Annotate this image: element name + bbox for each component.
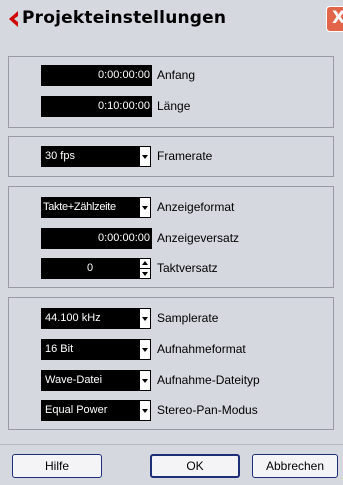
title-bar: Projekteinstellungen X: [0, 0, 343, 40]
display-offset-label: Anzeigeversatz: [157, 231, 240, 245]
display-format-dropdown-button[interactable]: [139, 197, 151, 218]
stereo-pan-label: Stereo-Pan-Modus: [157, 403, 258, 417]
help-button[interactable]: Hilfe: [12, 454, 102, 478]
spin-up-icon[interactable]: [142, 261, 148, 265]
stereo-pan-select[interactable]: Equal Power: [41, 400, 139, 421]
bar-offset-spinner[interactable]: [139, 258, 151, 279]
footer-divider: [0, 444, 343, 445]
start-label: Anfang: [157, 68, 196, 82]
back-arrow-icon: [9, 11, 18, 27]
bar-offset-label: Taktversatz: [157, 261, 218, 275]
samplerate-select[interactable]: 44.100 kHz: [41, 308, 139, 329]
bar-offset-field[interactable]: 0: [41, 258, 139, 279]
time-panel: 0:00:00:00 Anfang 0:10:00:00 Länge: [8, 56, 334, 128]
record-format-dropdown-button[interactable]: [139, 339, 151, 360]
ok-button[interactable]: OK: [150, 454, 240, 478]
record-filetype-label: Aufnahme-Dateityp: [157, 373, 260, 387]
display-format-label: Anzeigeformat: [157, 200, 235, 214]
cancel-button[interactable]: Abbrechen: [252, 454, 338, 478]
record-filetype-dropdown-button[interactable]: [139, 370, 151, 391]
framerate-select[interactable]: 30 fps: [41, 146, 139, 167]
framerate-panel: 30 fps Framerate: [8, 136, 334, 177]
project-settings-dialog: Projekteinstellungen X 0:00:00:00 Anfang…: [0, 0, 343, 485]
display-format-select[interactable]: Takte+Zählzeite: [41, 197, 139, 218]
framerate-label: Framerate: [157, 149, 213, 163]
framerate-dropdown-button[interactable]: [139, 146, 151, 167]
display-offset-field[interactable]: 0:00:00:00: [41, 228, 152, 249]
record-format-label: Aufnahmeformat: [157, 342, 246, 356]
record-format-select[interactable]: 16 Bit: [41, 339, 139, 360]
stereo-pan-dropdown-button[interactable]: [139, 400, 151, 421]
close-button[interactable]: X: [326, 6, 343, 32]
display-panel: Takte+Zählzeite Anzeigeformat 0:00:00:00…: [8, 186, 334, 288]
start-field[interactable]: 0:00:00:00: [41, 65, 152, 86]
length-label: Länge: [157, 99, 191, 113]
samplerate-label: Samplerate: [157, 311, 219, 325]
audio-panel: 44.100 kHz Samplerate 16 Bit Aufnahmefor…: [8, 297, 334, 430]
spin-down-icon[interactable]: [142, 272, 148, 276]
window-title: Projekteinstellungen: [22, 8, 227, 28]
record-filetype-select[interactable]: Wave-Datei: [41, 370, 139, 391]
length-field[interactable]: 0:10:00:00: [41, 96, 152, 117]
samplerate-dropdown-button[interactable]: [139, 308, 151, 329]
